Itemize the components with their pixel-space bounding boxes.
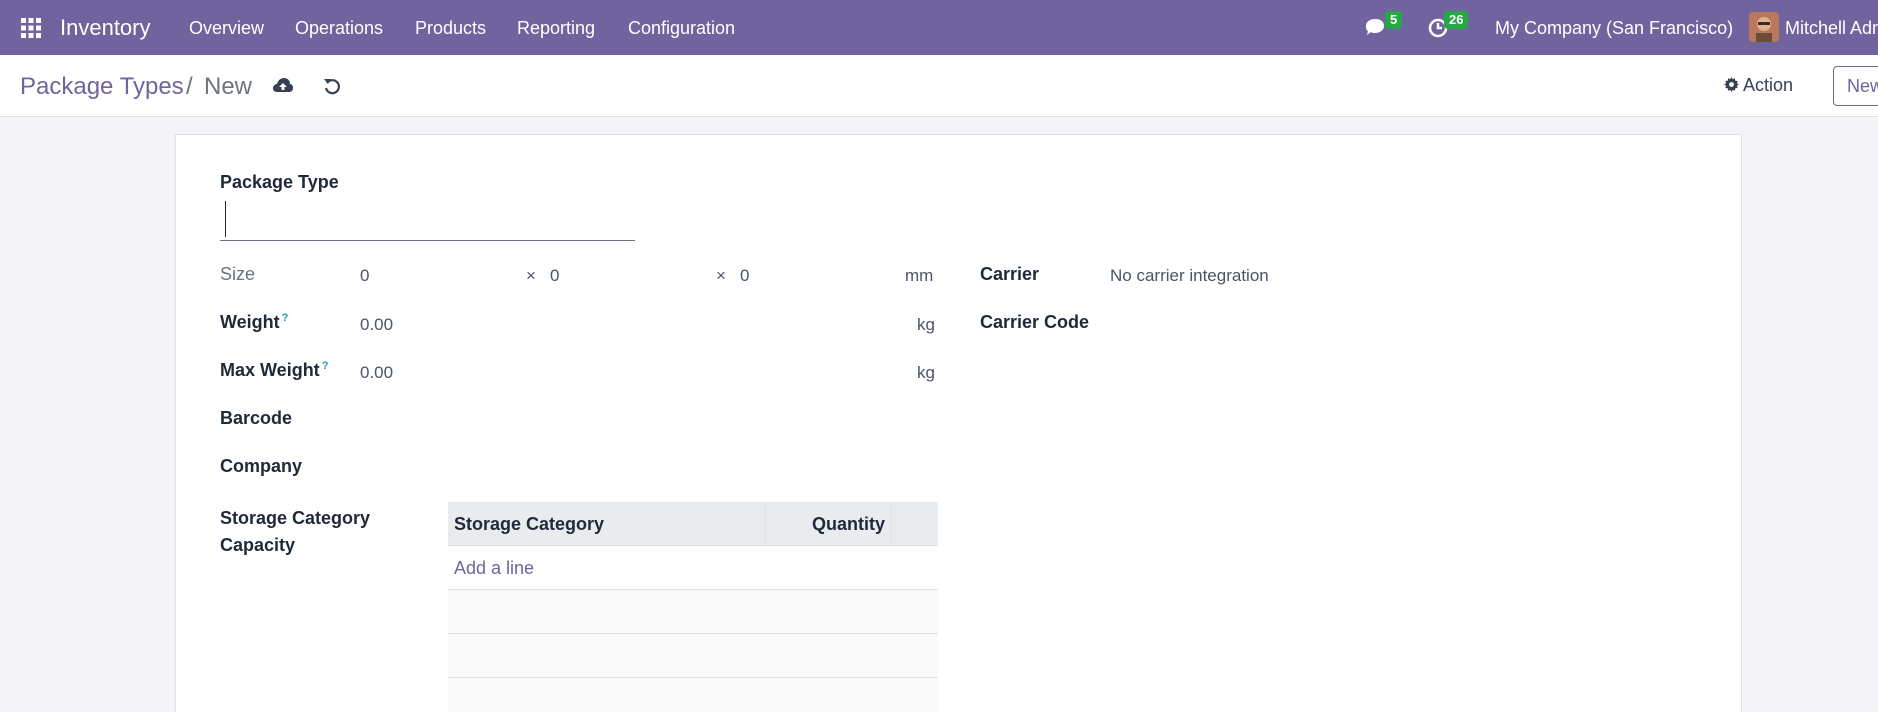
- company-label: Company: [220, 456, 303, 476]
- company-input[interactable]: [360, 453, 938, 481]
- breadcrumb-separator: /: [186, 73, 193, 100]
- carrier-value[interactable]: No carrier integration: [1110, 266, 1269, 286]
- table-row: [448, 678, 938, 712]
- barcode-input[interactable]: [360, 405, 938, 433]
- carrier-label: Carrier: [980, 264, 1040, 284]
- carrier-code-label: Carrier Code: [980, 312, 1090, 332]
- top-navbar: Inventory Overview Operations Products R…: [0, 0, 1878, 55]
- column-quantity[interactable]: Quantity: [766, 501, 892, 546]
- size-unit: mm: [905, 266, 934, 285]
- length-input[interactable]: 0: [360, 266, 369, 286]
- storage-capacity-table: Storage Category Quantity Add a line: [448, 501, 938, 712]
- table-header: Storage Category Quantity: [448, 501, 938, 546]
- max-weight-unit: kg: [917, 363, 935, 382]
- control-panel: Package Types / New Action New: [0, 55, 1878, 117]
- company-switcher[interactable]: My Company (San Francisco): [1495, 18, 1733, 39]
- table-row: [448, 590, 938, 634]
- weight-input[interactable]: 0.00: [360, 315, 393, 335]
- menu-configuration[interactable]: Configuration: [628, 18, 735, 39]
- action-menu-button[interactable]: Action: [1724, 75, 1793, 96]
- max-weight-help-icon[interactable]: ?: [322, 360, 329, 372]
- max-weight-label: Max Weight?: [220, 360, 329, 380]
- user-menu[interactable]: Mitchell Admin: [1785, 18, 1878, 39]
- form-sheet: Package Type Size 0 × 0 × 0 mm Weight? 0…: [175, 134, 1742, 712]
- table-row: [448, 634, 938, 678]
- weight-label: Weight?: [220, 312, 289, 332]
- breadcrumb-package-types[interactable]: Package Types: [20, 73, 184, 101]
- package-type-name-input[interactable]: [220, 197, 635, 241]
- size-label: Size: [220, 264, 256, 284]
- column-storage-category[interactable]: Storage Category: [448, 501, 766, 546]
- menu-operations[interactable]: Operations: [295, 18, 383, 39]
- new-button[interactable]: New: [1833, 66, 1878, 106]
- storage-capacity-label: Storage Category Capacity: [220, 508, 371, 555]
- weight-unit: kg: [917, 315, 935, 334]
- height-input[interactable]: 0: [740, 266, 749, 286]
- menu-reporting[interactable]: Reporting: [517, 18, 595, 39]
- app-brand[interactable]: Inventory: [60, 15, 151, 41]
- gear-icon: [1724, 77, 1739, 92]
- times-sign-2: ×: [716, 266, 726, 285]
- menu-products[interactable]: Products: [415, 18, 486, 39]
- save-cloud-icon[interactable]: [272, 77, 294, 95]
- messages-badge: 5: [1385, 11, 1403, 29]
- width-input[interactable]: 0: [550, 266, 559, 286]
- user-avatar[interactable]: [1749, 12, 1779, 42]
- menu-overview[interactable]: Overview: [189, 18, 264, 39]
- package-type-label: Package Type: [220, 172, 339, 192]
- discard-undo-icon[interactable]: [323, 77, 341, 95]
- activities-badge: 26: [1444, 11, 1469, 29]
- breadcrumb-current: New: [204, 73, 253, 100]
- max-weight-input[interactable]: 0.00: [360, 363, 393, 383]
- apps-grid-icon[interactable]: [21, 18, 41, 38]
- text-caret: [225, 201, 226, 237]
- times-sign-1: ×: [526, 266, 536, 285]
- add-line-link[interactable]: Add a line: [448, 546, 938, 590]
- table-row: Add a line: [448, 546, 938, 590]
- weight-help-icon[interactable]: ?: [282, 312, 289, 324]
- action-label: Action: [1743, 75, 1794, 95]
- carrier-code-input[interactable]: [1110, 309, 1690, 337]
- barcode-label: Barcode: [220, 408, 293, 428]
